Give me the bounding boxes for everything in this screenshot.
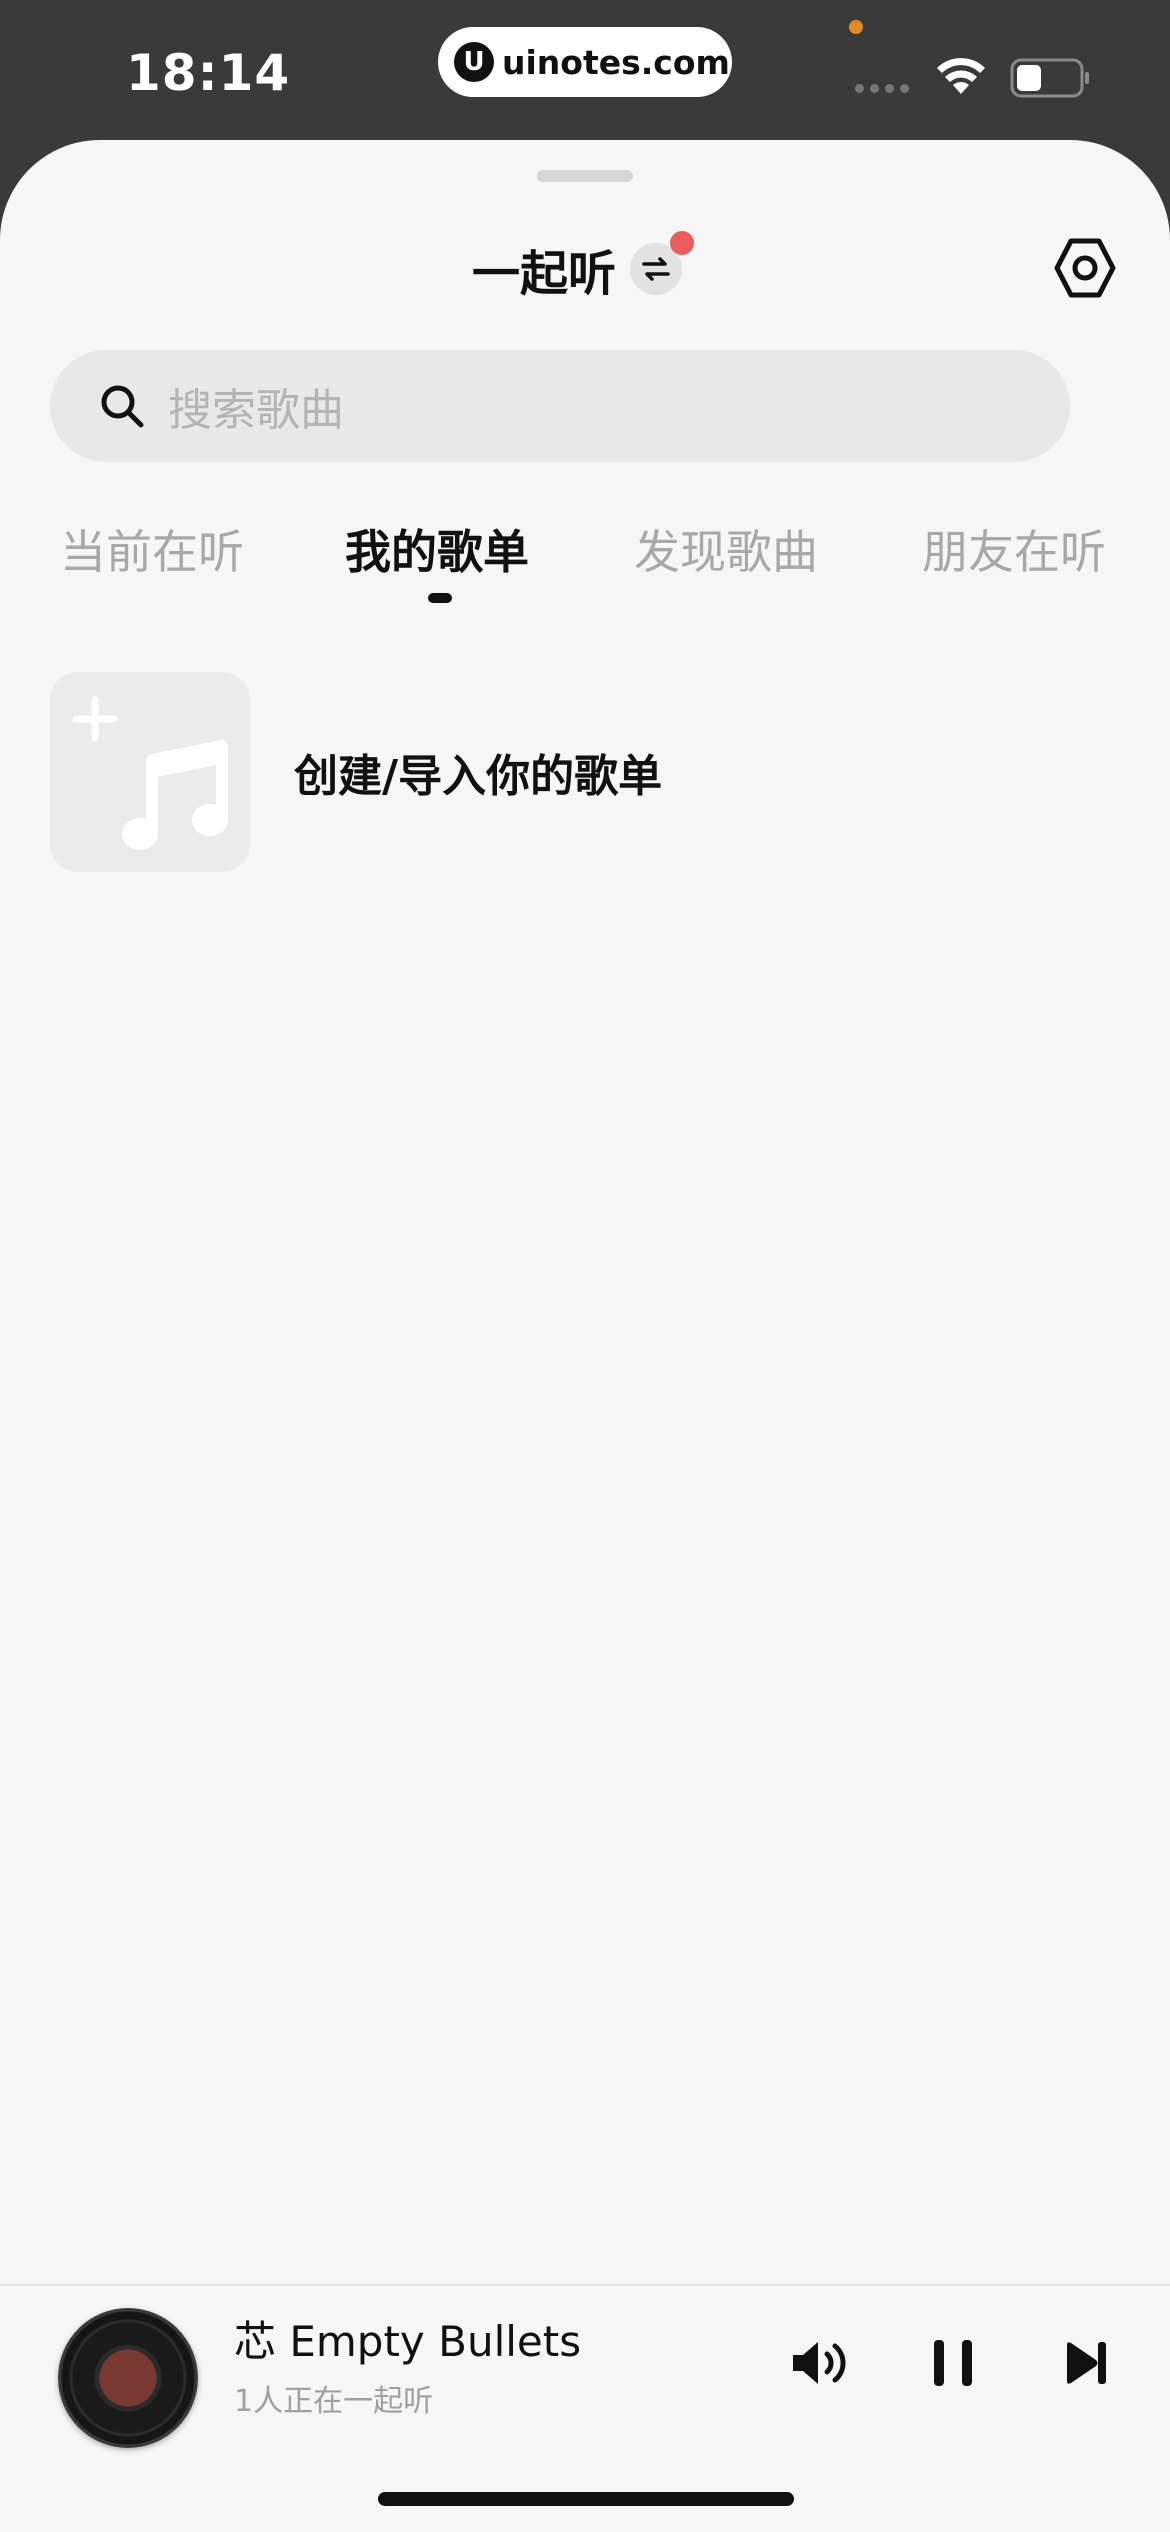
search-icon: [101, 385, 144, 428]
album-disc[interactable]: [58, 2308, 198, 2448]
site-logo-icon: U: [454, 42, 494, 82]
url-pill[interactable]: U uinotes.com: [438, 27, 732, 97]
sheet-grabber[interactable]: [537, 170, 633, 182]
privacy-indicator-dot: [849, 20, 863, 34]
volume-button[interactable]: [788, 2328, 858, 2398]
notification-dot: [670, 231, 695, 255]
settings-icon: [1054, 238, 1116, 298]
search-input[interactable]: 搜索歌曲: [168, 374, 344, 438]
status-bar: 18:14 U uinotes.com: [0, 0, 1170, 150]
plus-icon: [72, 696, 118, 742]
tab-discover-songs[interactable]: 发现歌曲: [634, 516, 818, 582]
cellular-signal-icon: [855, 84, 909, 93]
tab-my-playlists[interactable]: 我的歌单: [345, 516, 529, 582]
switch-button[interactable]: [630, 231, 695, 295]
settings-button[interactable]: [1053, 236, 1117, 300]
pause-button[interactable]: [918, 2328, 988, 2398]
header: 一起听: [472, 231, 695, 304]
create-playlist-item[interactable]: 创建/导入你的歌单: [50, 672, 1120, 872]
search-bar[interactable]: 搜索歌曲: [50, 350, 1070, 462]
tab-active-indicator: [428, 593, 452, 603]
home-indicator[interactable]: [378, 2492, 794, 2506]
status-time: 18:14: [126, 44, 291, 102]
next-button[interactable]: [1051, 2328, 1121, 2398]
switch-icon: [642, 257, 670, 281]
listen-together-sheet: 一起听 搜索歌曲 当前在听 我的歌单 发现歌曲 朋友在听 创建/导入你的歌单 芯…: [0, 140, 1170, 2532]
battery-icon: [1010, 58, 1089, 98]
music-note-icon: [122, 740, 228, 850]
pause-icon: [934, 2340, 972, 2386]
page-title: 一起听: [472, 246, 617, 302]
volume-icon: [793, 2342, 846, 2384]
create-playlist-label: 创建/导入你的歌单: [294, 751, 663, 802]
listener-count: 1人正在一起听: [234, 2384, 434, 2419]
now-playing-title: 芯 Empty Bullets: [234, 2317, 582, 2366]
tab-friends-listening[interactable]: 朋友在听: [922, 516, 1106, 582]
tab-now-listening[interactable]: 当前在听: [60, 516, 244, 582]
url-text: uinotes.com: [502, 42, 730, 82]
next-icon: [1067, 2342, 1106, 2384]
playlist-cover-placeholder: [50, 672, 250, 872]
album-art: [58, 2308, 198, 2448]
tab-bar: 当前在听 我的歌单 发现歌曲 朋友在听: [0, 516, 1170, 616]
wifi-icon: [937, 58, 985, 94]
